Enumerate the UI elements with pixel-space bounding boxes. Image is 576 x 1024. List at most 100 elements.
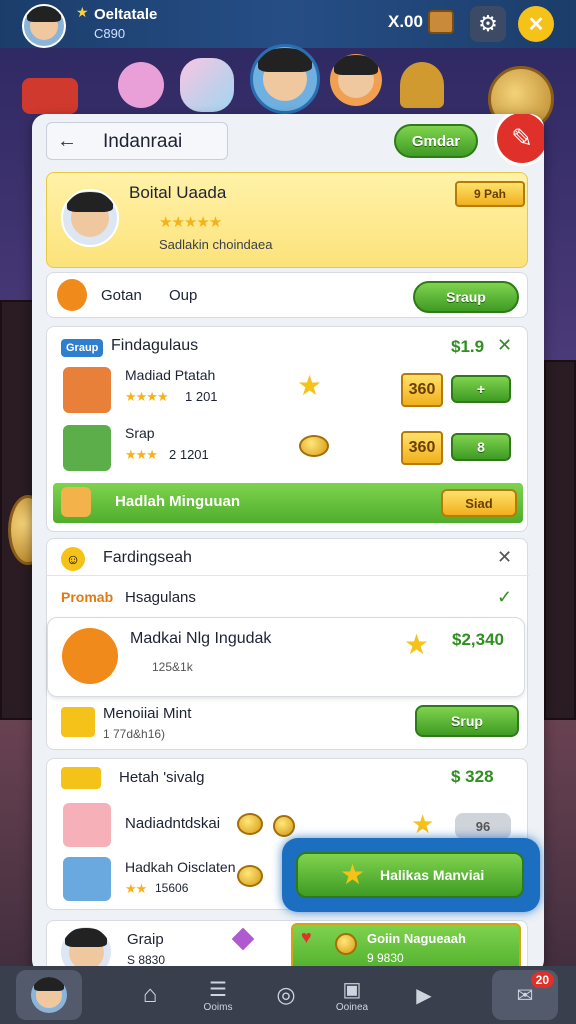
currency-amount: X.00 bbox=[388, 12, 423, 31]
floating-cta-label: Halikas Manviai bbox=[380, 867, 485, 883]
group-label-b: Oup bbox=[169, 287, 198, 304]
section-1-amount: $1.9 bbox=[451, 337, 485, 356]
coin-icon bbox=[335, 933, 357, 955]
banner-button[interactable]: Siad bbox=[441, 489, 517, 517]
star-icon: ★ bbox=[76, 4, 89, 20]
star-icon: ★ bbox=[340, 859, 366, 890]
profile-name: Boital Uaada bbox=[129, 183, 227, 202]
list-item[interactable]: Menoiiai Mint 1 77d&h16) Srup bbox=[47, 701, 527, 747]
item-title: Hadkah Oisclaten bbox=[125, 859, 236, 875]
top-bar: ★ Oeltatale C890 X.00 ⚙ ✕ bbox=[0, 0, 576, 48]
coin-icon bbox=[299, 435, 329, 457]
profile-badge-label: 9 Pah bbox=[473, 187, 506, 201]
item-button[interactable]: Srup bbox=[415, 705, 519, 737]
nav-list-label: Ooims bbox=[203, 1002, 233, 1013]
play-icon: ▶ bbox=[416, 984, 432, 1007]
star-icon: ★ bbox=[297, 370, 323, 401]
nav-shop[interactable]: ▣ Ooinea bbox=[326, 970, 378, 1020]
section-3-amount: $ 328 bbox=[451, 767, 494, 786]
item-rating: 1 201 bbox=[185, 389, 218, 404]
player-sub: C890 bbox=[94, 26, 126, 41]
character-avatar-main[interactable] bbox=[250, 44, 320, 114]
lamp-icon bbox=[400, 62, 444, 108]
section-2-title: Fardingseah bbox=[103, 549, 192, 566]
player-name: Oeltatale bbox=[94, 6, 158, 23]
j-icon bbox=[180, 58, 234, 112]
profile-badge[interactable]: 9 Pah bbox=[455, 181, 525, 207]
section-1: Graup Findagulaus $1.9 ✕ Madiad Ptatah ★… bbox=[46, 326, 528, 532]
item-button[interactable]: + bbox=[451, 375, 511, 403]
item-stars: ★★ bbox=[125, 881, 147, 896]
item-sub: 15606 bbox=[155, 881, 189, 895]
item-stars: ★★★★ bbox=[125, 389, 169, 404]
floating-cta[interactable]: ★ Halikas Manviai bbox=[282, 838, 540, 912]
feature-sub: 125&1k bbox=[152, 660, 193, 674]
feather-icon[interactable]: ✎ bbox=[494, 114, 544, 166]
section-3-title: Hetah 'sivalg bbox=[119, 769, 205, 786]
avatar bbox=[31, 977, 67, 1013]
feature-card[interactable]: Madkai Nlg Ingudak 125&1k ★ $2,340 bbox=[47, 617, 525, 697]
item-rating: 2 1201 bbox=[169, 447, 209, 462]
profile-card[interactable]: Boital Uaada 9 Pah ★★★★★ Sadlakin choind… bbox=[46, 172, 528, 268]
profile-avatar bbox=[61, 189, 119, 247]
search-icon: ◎ bbox=[276, 982, 296, 1007]
search-input[interactable]: Indanraai bbox=[103, 131, 182, 153]
back-arrow-icon[interactable]: ← bbox=[57, 130, 77, 153]
section-4-title: Graip bbox=[127, 931, 164, 948]
floating-cta-button[interactable]: ★ Halikas Manviai bbox=[296, 852, 524, 898]
cta-title: Goiin Nagueaah bbox=[367, 931, 466, 946]
coin-icon bbox=[237, 813, 263, 835]
item-button[interactable]: 96 bbox=[455, 813, 511, 839]
gear-icon[interactable]: ⚙ bbox=[470, 6, 506, 42]
ribbon-icon bbox=[61, 767, 101, 789]
banner-label: Hadlah Minguuan bbox=[115, 493, 240, 510]
nav-shop-label: Ooinea bbox=[335, 1002, 369, 1013]
feature-icon bbox=[62, 628, 118, 684]
creature-icon bbox=[57, 279, 87, 311]
item-price[interactable]: 360 bbox=[401, 431, 443, 465]
search-bar[interactable]: ← Indanraai bbox=[46, 122, 228, 160]
item-name: Srap bbox=[125, 425, 155, 441]
item-name: Madiad Ptatah bbox=[125, 367, 216, 383]
nav-search[interactable]: ◎ bbox=[260, 970, 312, 1020]
lips-icon bbox=[118, 62, 164, 108]
nav-home[interactable]: ⌂ bbox=[124, 970, 176, 1020]
item-button[interactable]: 8 bbox=[451, 433, 511, 461]
group-row: Gotan Oup Sraup bbox=[46, 272, 528, 318]
list-icon: ☰ bbox=[209, 979, 227, 1001]
item-sub: 1 77d&h16) bbox=[103, 727, 166, 741]
item-icon bbox=[63, 425, 111, 471]
list-item[interactable]: Srap ★★★ 2 1201 360 8 bbox=[47, 421, 527, 477]
close-icon[interactable]: ✕ bbox=[518, 6, 554, 42]
top-action-button[interactable]: Gmdar bbox=[394, 124, 478, 158]
character-avatar-2[interactable] bbox=[330, 54, 382, 106]
coin-icon bbox=[237, 865, 263, 887]
group-button[interactable]: Sraup bbox=[413, 281, 519, 313]
section-1-banner[interactable]: Hadlah Minguuan Siad bbox=[53, 483, 523, 523]
list-item[interactable]: Madiad Ptatah ★★★★ 1 201 ★ 360 + bbox=[47, 363, 527, 419]
promo-title: Hsagulans bbox=[125, 589, 196, 606]
section-1-tag: Graup bbox=[61, 339, 104, 357]
gold-bars-icon bbox=[61, 707, 95, 737]
adventure-icon bbox=[63, 857, 111, 901]
item-price[interactable]: 360 bbox=[401, 373, 443, 407]
nav-play[interactable]: ▶ bbox=[398, 970, 450, 1020]
section-1-close-icon[interactable]: ✕ bbox=[497, 335, 512, 356]
item-icon bbox=[63, 367, 111, 413]
promo-tag: Promab bbox=[61, 589, 114, 605]
star-icon: ★ bbox=[411, 809, 435, 839]
heart-icon: ♥ bbox=[301, 927, 312, 947]
item-title: Nadiadntdskai bbox=[125, 815, 221, 832]
promo-close-icon[interactable]: ✓ bbox=[497, 587, 512, 608]
feature-title: Madkai Nlg Ingudak bbox=[130, 630, 272, 647]
nav-profile[interactable] bbox=[16, 970, 82, 1020]
profile-stars: ★★★★★ bbox=[159, 214, 222, 231]
section-4-sub: S 8830 bbox=[127, 953, 166, 967]
nav-chat[interactable]: ✉ 20 bbox=[492, 970, 558, 1020]
chest-icon[interactable] bbox=[428, 10, 454, 34]
banner-icon bbox=[61, 487, 91, 517]
section-2-close-icon[interactable]: ✕ bbox=[497, 547, 512, 568]
player-avatar[interactable] bbox=[22, 4, 66, 48]
nav-list[interactable]: ☰ Ooims bbox=[192, 970, 244, 1020]
star-icon: ★ bbox=[404, 629, 430, 660]
